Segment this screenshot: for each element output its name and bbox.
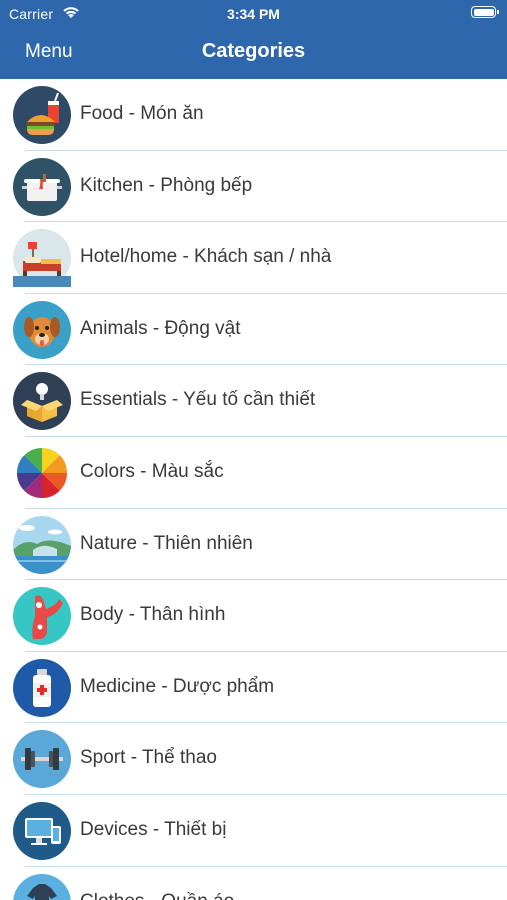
category-row-nature[interactable]: Nature - Thiên nhiên [0,509,507,581]
category-label: Medicine - Dược phẩm [80,675,275,697]
category-row-devices[interactable]: Devices - Thiết bị [0,795,507,867]
category-list[interactable]: Food - Món ăn Kitchen - Phòng bếp Hotel/… [0,79,507,900]
category-row-clothes[interactable]: Clothes - Quần áo [0,867,507,900]
category-label: Body - Thân hình [80,604,226,626]
category-label: Colors - Màu sắc [80,460,224,482]
nature-icon [13,515,71,574]
category-row-colors[interactable]: Colors - Màu sắc [0,437,507,509]
hotel-icon [13,229,71,288]
category-row-food[interactable]: Food - Món ăn [0,79,507,151]
category-row-body[interactable]: Body - Thân hình [0,580,507,652]
top-bar: Carrier 3:34 PM Menu Categories [0,0,507,79]
category-label: Food - Món ăn [80,103,204,124]
food-icon [13,86,71,144]
dog-icon [13,300,71,359]
category-row-kitchen[interactable]: Kitchen - Phòng bếp [0,151,507,223]
menu-button[interactable]: Menu [25,41,73,63]
devices-icon [13,801,71,860]
color-wheel-icon [13,443,71,502]
battery-icon [471,6,499,18]
category-label: Essentials - Yếu tố cần thiết [80,389,316,411]
category-row-medicine[interactable]: Medicine - Dược phẩm [0,652,507,724]
clothes-icon [13,873,71,900]
category-row-hotel[interactable]: Hotel/home - Khách sạn / nhà [0,222,507,294]
category-row-sport[interactable]: Sport - Thể thao [0,723,507,795]
category-row-essentials[interactable]: Essentials - Yếu tố cần thiết [0,365,507,437]
category-label: Sport - Thể thao [80,747,217,769]
navigation-bar: Menu Categories [0,30,507,79]
body-icon [13,587,71,646]
kitchen-icon [13,157,71,216]
category-label: Devices - Thiết bị [80,818,227,840]
medicine-icon [13,658,71,717]
status-time: 3:34 PM [227,6,280,22]
dumbbell-icon [13,730,71,789]
category-label: Animals - Động vật [80,317,241,339]
essentials-box-icon [13,372,71,431]
category-label: Clothes - Quần áo [80,891,234,900]
category-row-animals[interactable]: Animals - Động vật [0,294,507,366]
category-label: Hotel/home - Khách sạn / nhà [80,246,332,268]
page-title: Categories [201,40,306,62]
category-label: Kitchen - Phòng bếp [80,174,253,196]
status-bar: Carrier 3:34 PM [0,0,507,28]
category-label: Nature - Thiên nhiên [80,532,253,554]
